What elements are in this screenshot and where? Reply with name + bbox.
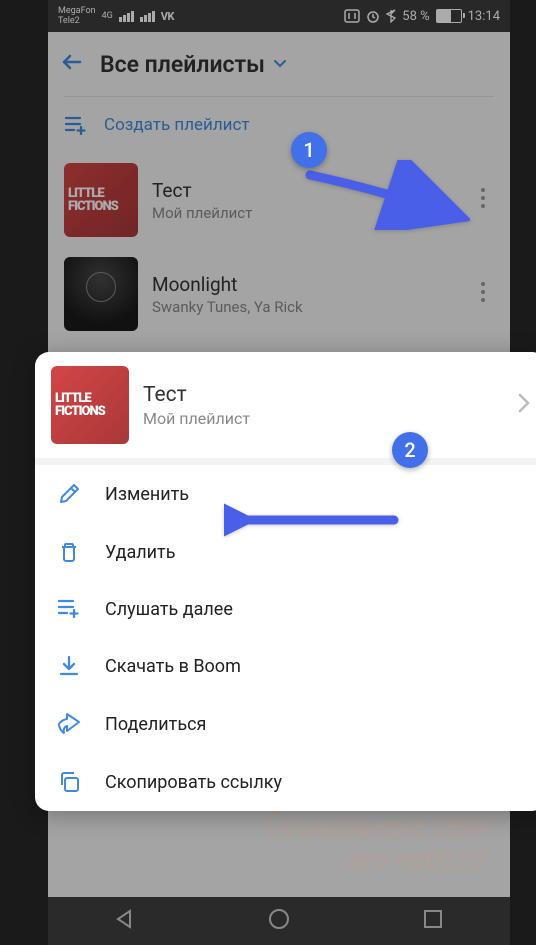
album-cover: LITTLE FICTIONS	[51, 366, 129, 444]
chevron-right-icon	[518, 393, 530, 417]
menu-label: Поделиться	[105, 714, 206, 735]
sheet-subtitle: Мой плейлист	[143, 409, 504, 428]
android-nav-bar	[48, 897, 510, 945]
menu-label: Скопировать ссылку	[105, 772, 282, 793]
menu-label: Слушать далее	[105, 599, 233, 620]
queue-icon	[55, 598, 83, 620]
menu-label: Удалить	[105, 542, 175, 563]
nav-recent-button[interactable]	[423, 909, 443, 933]
menu-label: Изменить	[105, 484, 189, 505]
copy-icon	[55, 770, 83, 794]
sheet-title: Тест	[143, 383, 504, 407]
share-icon	[55, 712, 83, 736]
sheet-header[interactable]: LITTLE FICTIONS Тест Мой плейлист	[35, 352, 536, 465]
menu-play-next[interactable]: Слушать далее	[35, 581, 536, 637]
nav-back-button[interactable]	[115, 909, 135, 933]
callout-badge-1: 1	[291, 132, 327, 168]
menu-download[interactable]: Скачать в Boom	[35, 637, 536, 695]
menu-copy-link[interactable]: Скопировать ссылку	[35, 753, 536, 811]
context-menu-sheet: LITTLE FICTIONS Тест Мой плейлист Измени…	[35, 352, 536, 811]
menu-label: Скачать в Boom	[105, 656, 241, 677]
annotation-arrow-2	[224, 500, 404, 544]
callout-badge-2: 2	[392, 432, 428, 468]
menu-share[interactable]: Поделиться	[35, 695, 536, 753]
annotation-arrow-1	[300, 160, 470, 234]
nav-home-button[interactable]	[268, 908, 290, 934]
download-icon	[55, 654, 83, 678]
pencil-icon	[55, 482, 83, 506]
trash-icon	[55, 540, 83, 564]
